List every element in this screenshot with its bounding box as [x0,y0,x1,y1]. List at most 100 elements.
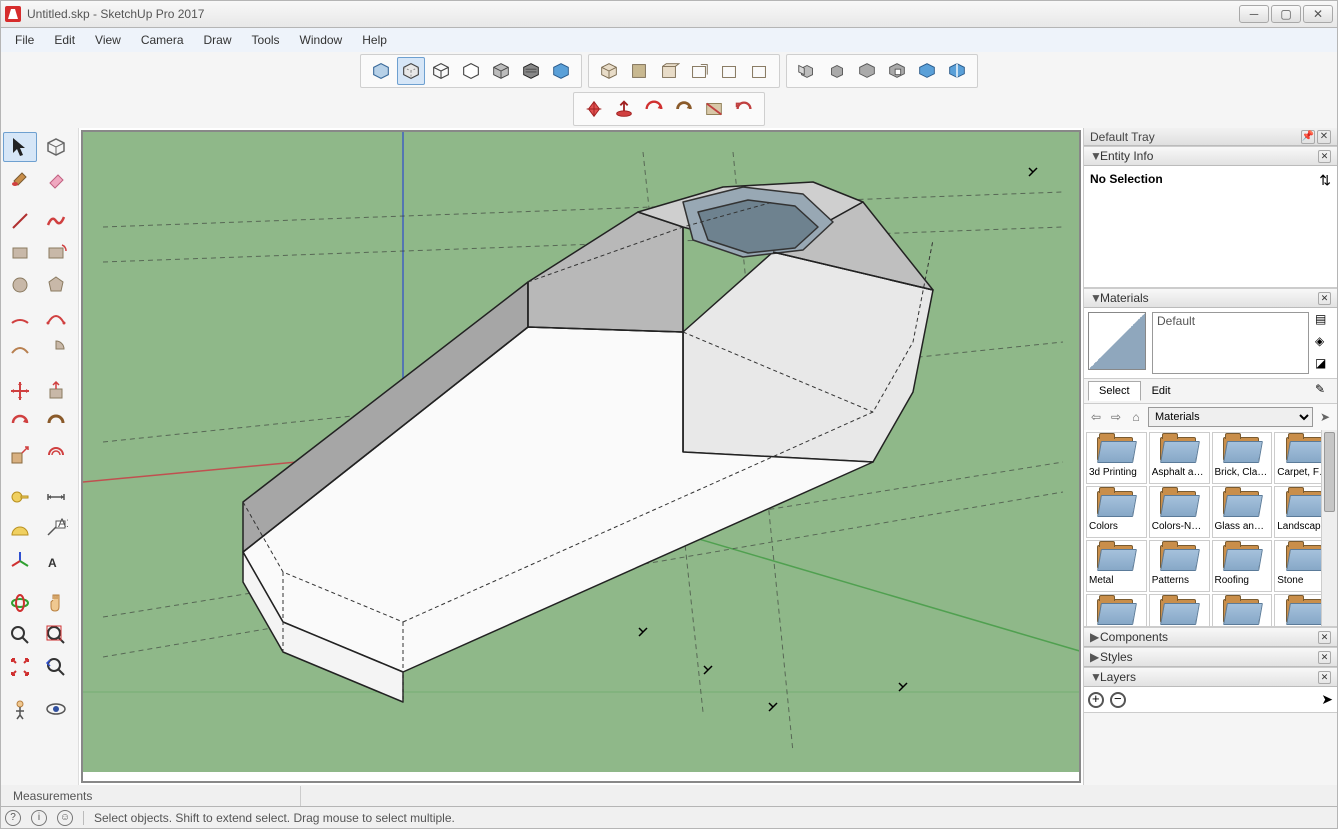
line-tool-icon[interactable] [3,206,37,236]
material-folder[interactable]: Colors [1086,486,1147,538]
close-icon[interactable]: ✕ [1318,292,1331,305]
zoom-tool-icon[interactable] [3,620,37,650]
tab-edit[interactable]: Edit [1141,381,1182,401]
drape-icon[interactable] [700,95,728,123]
monochrome-icon[interactable] [547,57,575,85]
close-icon[interactable]: ✕ [1318,651,1331,664]
menu-camera[interactable]: Camera [131,30,194,50]
materials-header[interactable]: ▼ Materials ✕ [1084,288,1337,308]
tab-select[interactable]: Select [1088,381,1141,401]
text-tool-icon[interactable]: A1 [39,514,73,544]
menu-window[interactable]: Window [290,30,353,50]
right-icon[interactable] [685,57,713,85]
freehand-tool-icon[interactable] [39,206,73,236]
user-icon[interactable]: ☺ [57,810,73,826]
scrollbar[interactable] [1321,430,1337,626]
material-folder[interactable]: Roofing [1212,540,1273,592]
back-icon[interactable]: ⇦ [1088,409,1104,425]
smoove-icon[interactable] [640,95,668,123]
orbit-tool-icon[interactable] [3,588,37,618]
materials-dropdown[interactable]: Materials [1148,407,1313,427]
close-button[interactable]: ✕ [1303,5,1333,23]
3dtext-tool-icon[interactable]: A [39,546,73,576]
rotate-tool-icon[interactable] [3,408,37,438]
from-scratch-icon[interactable] [610,95,638,123]
material-folder[interactable]: Tile [1149,594,1210,626]
trim-icon[interactable] [913,57,941,85]
rotrect-tool-icon[interactable] [39,238,73,268]
left-icon[interactable] [745,57,773,85]
create-material-icon[interactable]: ◈ [1315,334,1333,352]
material-name-field[interactable]: Default [1152,312,1309,374]
zoom-window-tool-icon[interactable] [39,620,73,650]
xray-icon[interactable] [367,57,395,85]
eraser-tool-icon[interactable] [39,164,73,194]
measurements-tab[interactable]: Measurements [1,786,301,806]
2pt-arc-tool-icon[interactable] [39,302,73,332]
close-icon[interactable]: ✕ [1318,150,1331,163]
outer-shell-icon[interactable] [793,57,821,85]
top-icon[interactable] [625,57,653,85]
material-folder[interactable]: 3d Printing [1086,432,1147,484]
offset-tool-icon[interactable] [39,440,73,470]
add-detail-icon[interactable] [730,95,758,123]
menu-help[interactable]: Help [352,30,397,50]
material-folder[interactable]: Glass and Mirrors [1212,486,1273,538]
iso-icon[interactable] [595,57,623,85]
subtract-icon[interactable] [883,57,911,85]
material-folder[interactable]: Colors-Named [1149,486,1210,538]
shaded-tex-icon[interactable] [517,57,545,85]
scrollbar-thumb[interactable] [1324,432,1335,512]
minimize-button[interactable]: ─ [1239,5,1269,23]
shaded-icon[interactable] [487,57,515,85]
menu-file[interactable]: File [5,30,44,50]
move-tool-icon[interactable] [3,376,37,406]
zoom-extents-tool-icon[interactable] [3,652,37,682]
backedges-icon[interactable] [397,57,425,85]
stamp-icon[interactable] [670,95,698,123]
component-tool-icon[interactable] [39,132,73,162]
from-contours-icon[interactable] [580,95,608,123]
set-default-icon[interactable]: ◪ [1315,356,1333,374]
viewport[interactable] [81,130,1081,783]
tray-header[interactable]: Default Tray 📌 ✕ [1084,128,1337,146]
select-tool-icon[interactable] [3,132,37,162]
info-icon[interactable]: i [31,810,47,826]
menu-tools[interactable]: Tools [242,30,290,50]
material-folder[interactable]: Synthetic [1086,594,1147,626]
split-icon[interactable] [943,57,971,85]
rectangle-tool-icon[interactable] [3,238,37,268]
close-icon[interactable]: ✕ [1318,671,1331,684]
arc-tool-icon[interactable] [3,302,37,332]
tape-tool-icon[interactable] [3,482,37,512]
previous-view-tool-icon[interactable] [39,652,73,682]
back-icon[interactable] [715,57,743,85]
polygon-tool-icon[interactable] [39,270,73,300]
menu-edit[interactable]: Edit [44,30,85,50]
axes-tool-icon[interactable] [3,546,37,576]
wireframe-icon[interactable] [427,57,455,85]
followme-tool-icon[interactable] [39,408,73,438]
material-folder[interactable]: Asphalt and Concrete [1149,432,1210,484]
position-camera-tool-icon[interactable] [3,694,37,724]
eyedropper-icon[interactable]: ✎ [1315,382,1333,400]
paint-tool-icon[interactable] [3,164,37,194]
pushpull-tool-icon[interactable] [39,376,73,406]
circle-tool-icon[interactable] [3,270,37,300]
hiddenline-icon[interactable] [457,57,485,85]
pie-tool-icon[interactable] [39,334,73,364]
dimension-tool-icon[interactable] [39,482,73,512]
maximize-button[interactable]: ▢ [1271,5,1301,23]
menu-view[interactable]: View [85,30,131,50]
home-icon[interactable]: ⌂ [1128,409,1144,425]
close-icon[interactable]: ✕ [1317,130,1331,144]
toggle-details-icon[interactable]: ⇅ [1319,172,1331,189]
3pt-arc-tool-icon[interactable] [3,334,37,364]
styles-header[interactable]: ▶ Styles ✕ [1084,647,1337,667]
union-icon[interactable] [853,57,881,85]
front-icon[interactable] [655,57,683,85]
material-folder[interactable]: Water [1212,594,1273,626]
pin-icon[interactable]: 📌 [1301,130,1315,144]
details-icon[interactable]: ➤ [1321,691,1333,708]
menu-draw[interactable]: Draw [194,30,242,50]
